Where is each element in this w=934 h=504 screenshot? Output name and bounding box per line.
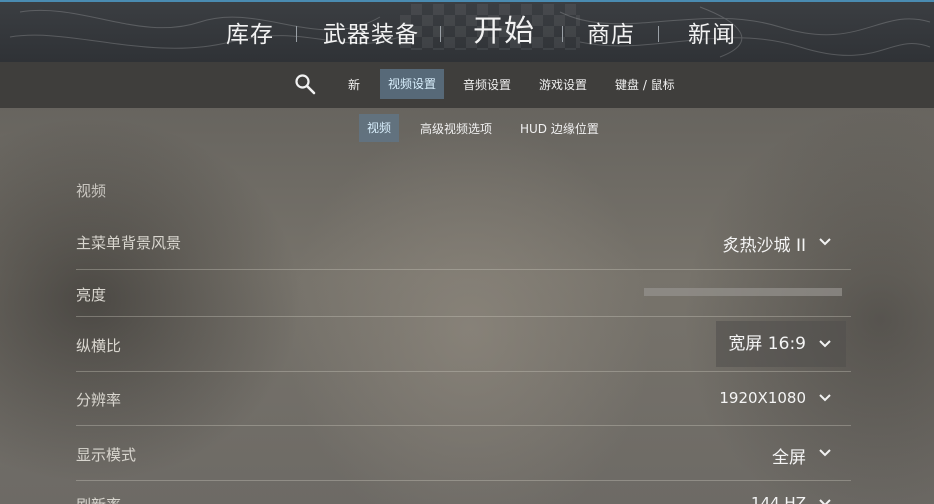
chevron-down-icon[interactable] [818, 446, 832, 460]
nav-separator [562, 26, 563, 42]
nav-play[interactable]: 开始 [473, 12, 535, 52]
nav-separator [296, 26, 297, 42]
chevron-down-icon[interactable] [818, 496, 832, 504]
search-icon[interactable] [294, 73, 316, 95]
setting-value-resolution[interactable]: 1920X1080 [719, 389, 806, 407]
nav-store[interactable]: 商店 [587, 15, 635, 55]
setting-value-menu-background[interactable]: 炙热沙城 II [723, 231, 806, 256]
subnav-new[interactable]: 新 [348, 75, 360, 95]
brightness-slider[interactable] [644, 288, 842, 296]
top-navigation: 库存 武器装备 开始 商店 新闻 [0, 0, 934, 62]
setting-label-resolution: 分辨率 [76, 391, 122, 409]
setting-label-refresh-rate: 刷新率 [76, 494, 121, 504]
subnav-audio-settings[interactable]: 音频设置 [463, 75, 511, 95]
row-divider [76, 269, 851, 270]
nav-news[interactable]: 新闻 [688, 15, 736, 55]
nav-separator [658, 26, 659, 42]
row-divider [76, 371, 851, 372]
setting-value-refresh-rate[interactable]: 144 HZ [751, 494, 806, 504]
nav-separator [440, 26, 441, 42]
setting-label-menu-background: 主菜单背景风景 [76, 234, 182, 252]
tab-hud-edge-position[interactable]: HUD 边缘位置 [520, 119, 599, 139]
row-divider [76, 316, 851, 317]
subnav-video-settings[interactable]: 视频设置 [380, 69, 445, 99]
setting-value-display-mode[interactable]: 全屏 [772, 443, 806, 468]
subnav-game-settings[interactable]: 游戏设置 [539, 75, 587, 95]
chevron-down-icon[interactable] [818, 235, 832, 249]
tab-video[interactable]: 视频 [359, 114, 400, 142]
chevron-down-icon[interactable] [818, 337, 832, 351]
setting-label-brightness: 亮度 [76, 286, 107, 304]
settings-category-bar: 新 视频设置 音频设置 游戏设置 键盘 / 鼠标 [0, 62, 934, 108]
settings-screen: 库存 武器装备 开始 商店 新闻 新 视频设置 音频设置 游戏设置 键盘 / 鼠… [0, 0, 934, 504]
row-divider [76, 425, 851, 426]
row-divider [76, 480, 851, 481]
nav-loadout[interactable]: 武器装备 [323, 15, 419, 55]
tab-advanced-video[interactable]: 高级视频选项 [420, 119, 492, 139]
section-title: 视频 [76, 182, 107, 200]
nav-inventory[interactable]: 库存 [226, 15, 274, 55]
setting-label-aspect-ratio: 纵横比 [76, 337, 122, 355]
setting-label-display-mode: 显示模式 [76, 446, 137, 464]
chevron-down-icon[interactable] [818, 391, 832, 405]
subnav-keyboard-mouse[interactable]: 键盘 / 鼠标 [615, 75, 675, 95]
